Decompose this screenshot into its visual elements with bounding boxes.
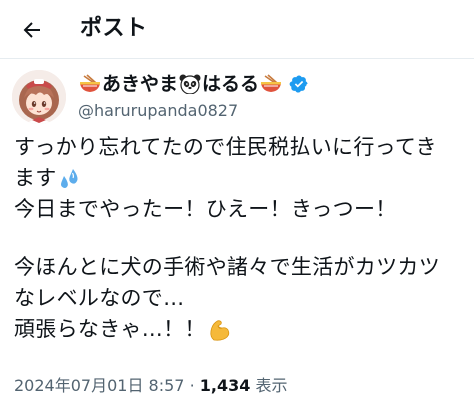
- tweet-line: 今日までやったー！ひえー！きっつー！: [14, 197, 397, 221]
- avatar[interactable]: [12, 70, 66, 124]
- tweet-line-text: ます: [14, 166, 57, 190]
- tweet-text: すっかり忘れてたので住民税払いに行ってき ます 今日までやったー！ひえー！きっつ…: [14, 132, 466, 345]
- avatar-illustration: [12, 70, 66, 124]
- panda-icon: [179, 74, 201, 94]
- timestamp-link[interactable]: 2024年07月01日 8:57: [14, 376, 184, 395]
- sweat-droplets-icon: [58, 167, 82, 191]
- tweet-meta: 2024年07月01日 8:57 · 1,434 表示: [14, 374, 287, 398]
- ramen-icon: [79, 74, 101, 94]
- author-name-part2: はるる: [202, 73, 260, 95]
- tweet-line-with-emoji: ます: [14, 163, 466, 194]
- page-title: ポスト: [80, 16, 148, 41]
- meta-separator: ·: [189, 376, 195, 395]
- author-display-name[interactable]: あきやま はるる: [78, 72, 309, 96]
- ramen-icon: [260, 74, 282, 94]
- views-count: 1,434: [199, 376, 251, 395]
- back-button[interactable]: [14, 12, 50, 48]
- arrow-left-icon: [23, 22, 40, 38]
- tweet-line: なレベルなので…: [14, 286, 185, 310]
- tweet-line-text: 頑張らなきゃ…！！: [14, 317, 206, 341]
- flexed-biceps-icon: [207, 317, 233, 343]
- tweet-line-with-emoji: 頑張らなきゃ…！！: [14, 314, 466, 345]
- header-divider: [0, 58, 474, 59]
- tweet-line: すっかり忘れてたので住民税払いに行ってき: [14, 135, 437, 159]
- author-handle[interactable]: @harurupanda0827: [78, 100, 238, 122]
- views-label: 表示: [255, 376, 288, 395]
- author-name-part1: あきやま: [102, 73, 179, 95]
- top-bar: ポスト: [0, 0, 474, 58]
- verified-badge-icon[interactable]: [289, 74, 309, 94]
- tweet-line: 今ほんとに犬の手術や諸々で生活がカツカツ: [14, 255, 440, 279]
